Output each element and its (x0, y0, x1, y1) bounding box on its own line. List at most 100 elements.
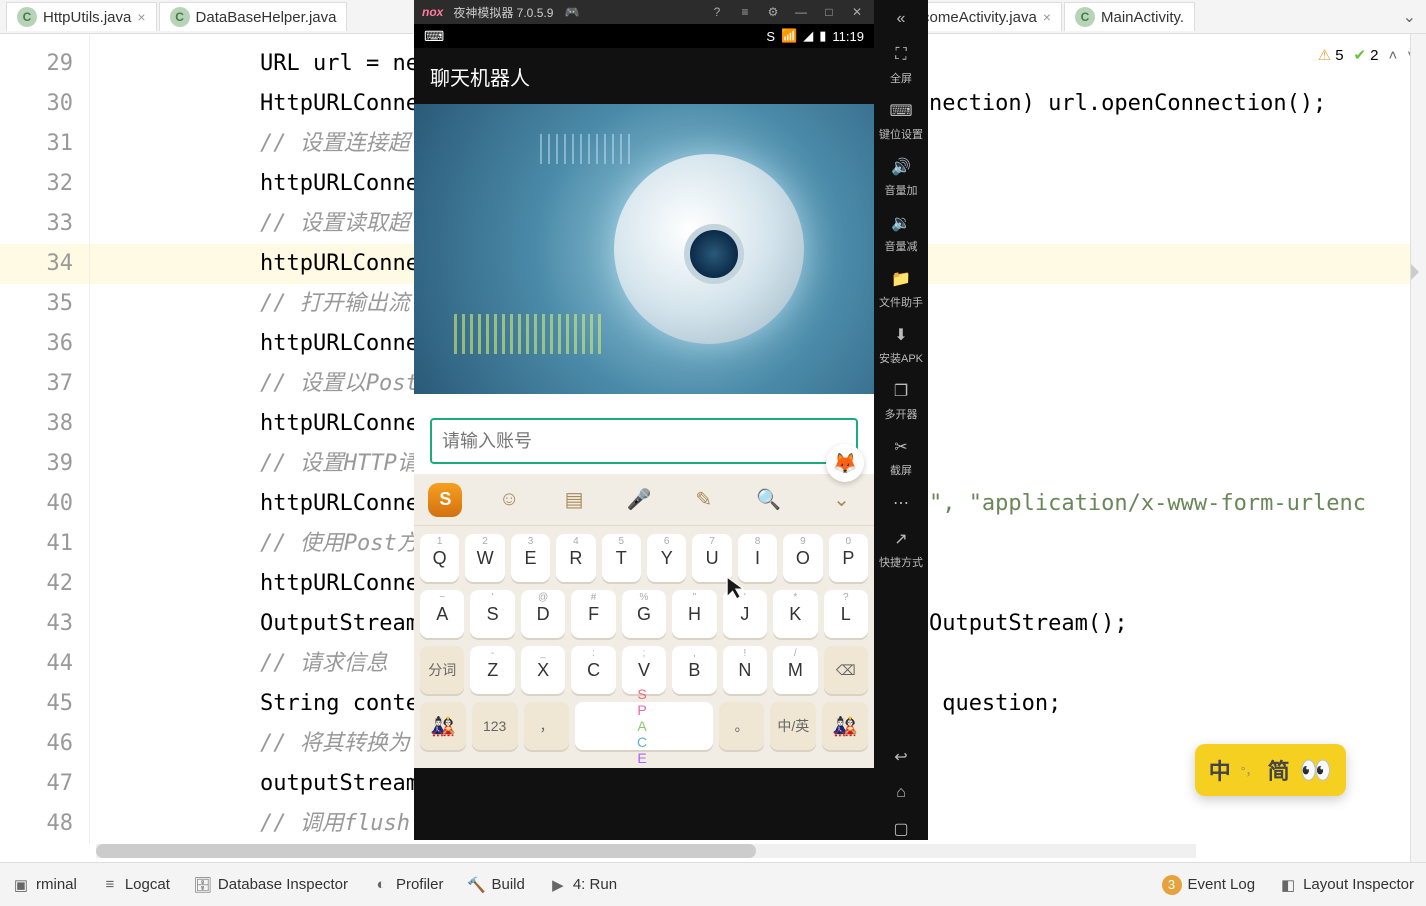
volume-down-tool[interactable]: 🔉音量减 (885, 212, 918, 254)
key-t[interactable]: 5T (602, 534, 641, 582)
database-icon: 🗄 (194, 876, 212, 894)
key-b[interactable]: ,B (672, 646, 716, 694)
fox-mascot-icon[interactable]: 🦊 (826, 444, 864, 482)
sogou-logo-icon[interactable]: S (428, 483, 462, 517)
tab-mainactivity[interactable]: C MainActivity. (1064, 2, 1195, 31)
key-d[interactable]: @D (521, 590, 565, 638)
nox-title-text: 夜神模拟器 7.0.5.9 (453, 4, 553, 21)
terminal-tool[interactable]: ▣rminal (12, 876, 77, 894)
build-tool[interactable]: 🔨Build (467, 876, 524, 894)
key-r[interactable]: 4R (556, 534, 595, 582)
editor-resizer[interactable] (1410, 34, 1426, 862)
minimize-icon[interactable]: — (792, 3, 810, 21)
mic-icon[interactable]: 🎤 (621, 482, 657, 518)
android-home-button[interactable]: ⌂ (890, 782, 912, 804)
account-input-container[interactable] (430, 418, 858, 464)
number-key[interactable]: 123 (472, 702, 518, 750)
horizontal-scrollbar[interactable] (96, 844, 1196, 858)
gutter-line: 40 (0, 484, 89, 524)
android-back-button[interactable]: ↩ (890, 746, 912, 768)
chevron-down-icon[interactable]: ⌄ (1393, 7, 1426, 27)
collapse-keyboard-icon[interactable]: ⌄ (823, 482, 859, 518)
gutter-line: 37 (0, 364, 89, 404)
key-s[interactable]: 'S (470, 590, 514, 638)
tab-label: HttpUtils.java (43, 9, 131, 26)
space-key[interactable]: SPACE (575, 702, 712, 750)
android-status-bar: ⌨ S 📶 ◢ ▮ 11:19 (414, 24, 874, 48)
key-g[interactable]: %G (622, 590, 666, 638)
login-form (414, 394, 874, 474)
multi-instance-tool[interactable]: ❐多开器 (885, 380, 918, 422)
gutter-line: 36 (0, 324, 89, 364)
key-z[interactable]: -Z (470, 646, 514, 694)
key-p[interactable]: 0P (829, 534, 868, 582)
key-f[interactable]: #F (571, 590, 615, 638)
profiler-tool[interactable]: ◐Profiler (372, 876, 444, 894)
gutter-line: 43 (0, 604, 89, 644)
file-helper-tool[interactable]: 📁文件助手 (879, 268, 923, 310)
android-recents-button[interactable]: ▢ (890, 818, 912, 840)
nox-titlebar[interactable]: nox 夜神模拟器 7.0.5.9 🎮 ? ≡ ⚙ — □ ✕ (414, 0, 874, 24)
key-a[interactable]: ~A (420, 590, 464, 638)
emoji-icon[interactable]: ☺ (491, 482, 527, 518)
account-input[interactable] (442, 431, 846, 452)
key-j[interactable]: 'J (723, 590, 767, 638)
help-icon[interactable]: ? (708, 3, 726, 21)
backspace-key[interactable]: ⌫ (824, 646, 868, 694)
key-m[interactable]: /M (773, 646, 817, 694)
install-apk-tool[interactable]: ⬇安装APK (879, 324, 923, 366)
tab-databasehelper[interactable]: C DataBaseHelper.java (159, 2, 348, 31)
layout-inspector-tool[interactable]: ◧Layout Inspector (1279, 876, 1414, 894)
search-icon[interactable]: 🔍 (751, 482, 787, 518)
key-y[interactable]: 6Y (647, 534, 686, 582)
ime-floating-widget[interactable]: 中 °， 简 👀 (1195, 744, 1346, 796)
handwrite-icon[interactable]: ✎ (686, 482, 722, 518)
key-n[interactable]: !N (723, 646, 767, 694)
key-i[interactable]: 8I (738, 534, 777, 582)
lang-switch-key[interactable]: 中/英 (770, 702, 816, 750)
logcat-tool[interactable]: ≡Logcat (101, 876, 170, 894)
key-q[interactable]: 1Q (420, 534, 459, 582)
minion-eyes-icon: 👀 (1300, 755, 1332, 786)
menu-icon[interactable]: ≡ (736, 3, 754, 21)
gamepad-icon[interactable]: 🎮 (563, 3, 581, 21)
clock: 11:19 (832, 29, 864, 44)
key-e[interactable]: 3E (511, 534, 550, 582)
key-c[interactable]: :C (571, 646, 615, 694)
key-h[interactable]: "H (672, 590, 716, 638)
database-inspector-tool[interactable]: 🗄Database Inspector (194, 876, 348, 894)
fullscreen-tool[interactable]: ⛶全屏 (890, 44, 912, 86)
key-l[interactable]: ?L (824, 590, 868, 638)
run-tool[interactable]: ▶4: Run (549, 876, 617, 894)
tab-httputils[interactable]: C HttpUtils.java × (6, 2, 157, 31)
key-o[interactable]: 9O (783, 534, 822, 582)
period-key[interactable]: 。 (719, 702, 765, 750)
battery-icon: ▮ (819, 28, 826, 44)
ime-sub: °， (1241, 762, 1258, 779)
key-w[interactable]: 2W (465, 534, 504, 582)
close-icon[interactable]: ✕ (848, 3, 866, 21)
daruma-left-key[interactable]: 🎎 (420, 702, 466, 750)
clipboard-icon[interactable]: ▤ (556, 482, 592, 518)
volume-up-tool[interactable]: 🔊音量加 (885, 156, 918, 198)
fenci-key[interactable]: 分词 (420, 646, 464, 694)
maximize-icon[interactable]: □ (820, 3, 838, 21)
key-k[interactable]: *K (773, 590, 817, 638)
app-title: 聊天机器人 (430, 62, 530, 91)
daruma-right-key[interactable]: 🎎 (822, 702, 868, 750)
screenshot-tool[interactable]: ✂截屏 (890, 436, 912, 478)
close-icon[interactable]: × (1043, 9, 1051, 25)
key-x[interactable]: _X (521, 646, 565, 694)
collapse-sidebar-icon[interactable]: « (890, 8, 912, 30)
shortcut-tool[interactable]: ↗快捷方式 (879, 528, 923, 570)
hammer-icon: 🔨 (467, 876, 485, 894)
keymap-tool[interactable]: ⌨键位设置 (879, 100, 923, 142)
app-header: 聊天机器人 (414, 48, 874, 104)
comma-key[interactable]: ， (524, 702, 570, 750)
close-icon[interactable]: × (137, 9, 145, 25)
event-log-tool[interactable]: 3Event Log (1162, 875, 1256, 895)
gutter-line: 46 (0, 724, 89, 764)
key-u[interactable]: 7U (692, 534, 731, 582)
more-tool[interactable]: ⋯ (890, 492, 912, 514)
gear-icon[interactable]: ⚙ (764, 3, 782, 21)
